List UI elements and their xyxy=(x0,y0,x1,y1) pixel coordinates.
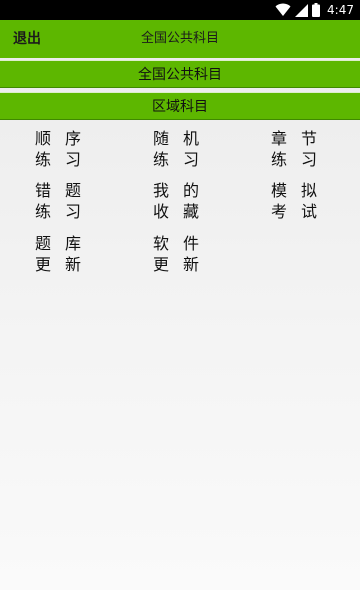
menu-item-line2: 更新 xyxy=(153,255,214,274)
question-bank-update-button[interactable]: 题库 更新 xyxy=(35,234,99,278)
wrong-questions-practice-button[interactable]: 错题 练习 xyxy=(35,181,99,225)
menu-item-line1: 软件 xyxy=(153,234,214,253)
menu-item-line1: 错题 xyxy=(35,181,96,200)
mock-exam-button[interactable]: 模拟 考试 xyxy=(271,181,335,225)
menu-item-line2: 练习 xyxy=(35,150,96,169)
app-header: 全国公共科目 退出 xyxy=(0,20,360,58)
cellular-signal-icon xyxy=(295,3,309,17)
menu-item-line1: 随机 xyxy=(153,129,214,148)
menu-item-line2: 考试 xyxy=(271,202,332,221)
status-bar: 4:47 xyxy=(0,0,360,20)
menu-item-line2: 练习 xyxy=(271,150,332,169)
regional-subject-button[interactable]: 区域科目 xyxy=(0,92,360,120)
battery-icon xyxy=(312,3,321,17)
exit-button[interactable]: 退出 xyxy=(13,20,41,58)
menu-item-line2: 练习 xyxy=(153,150,214,169)
menu-item-line1: 章节 xyxy=(271,129,332,148)
random-practice-button[interactable]: 随机 练习 xyxy=(153,129,217,173)
menu-item-line2: 收藏 xyxy=(153,202,214,221)
menu-item-line1: 模拟 xyxy=(271,181,332,200)
software-update-button[interactable]: 软件 更新 xyxy=(153,234,217,278)
national-subject-button[interactable]: 全国公共科目 xyxy=(0,60,360,88)
status-icons: 4:47 xyxy=(275,2,354,18)
wifi-icon xyxy=(275,3,291,17)
menu-item-line1: 我的 xyxy=(153,181,214,200)
menu-item-line1: 题库 xyxy=(35,234,96,253)
page-title: 全国公共科目 xyxy=(140,31,219,46)
menu-item-line2: 练习 xyxy=(35,202,96,221)
my-favorites-button[interactable]: 我的 收藏 xyxy=(153,181,217,225)
chapter-practice-button[interactable]: 章节 练习 xyxy=(271,129,335,173)
sequential-practice-button[interactable]: 顺序 练习 xyxy=(35,129,99,173)
menu-item-line2: 更新 xyxy=(35,255,96,274)
menu-item-line1: 顺序 xyxy=(35,129,96,148)
status-time: 4:47 xyxy=(327,3,354,17)
